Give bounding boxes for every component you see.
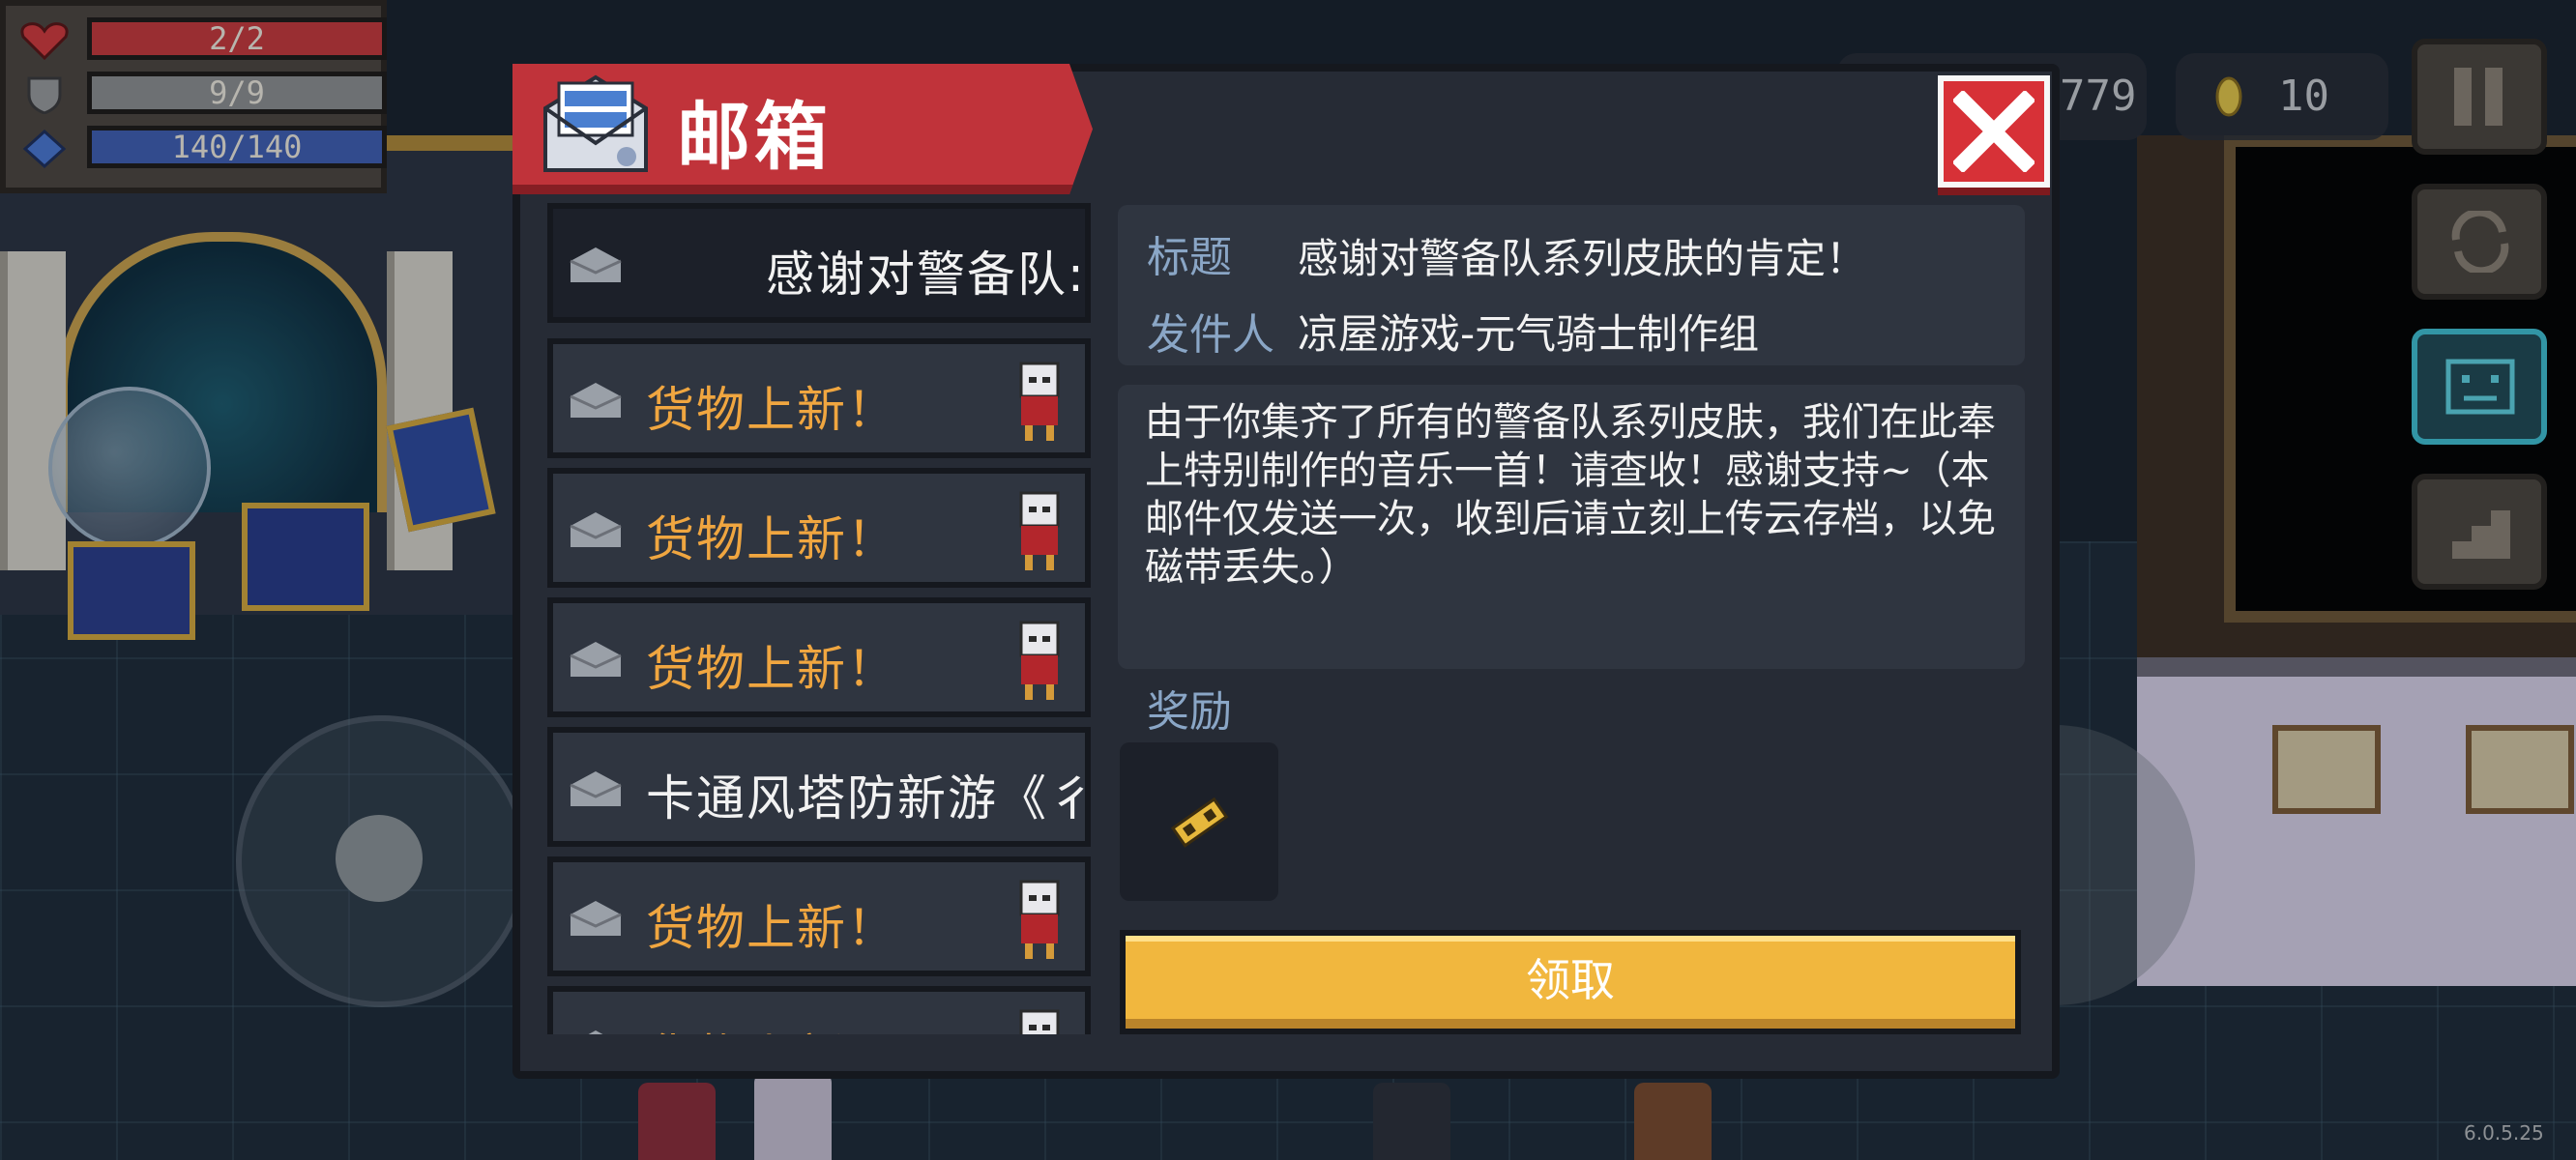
open-envelope-icon: [570, 247, 622, 282]
mail-icon: [543, 74, 648, 172]
merchant-icon: [1019, 362, 1060, 441]
merchant-icon: [1019, 880, 1060, 959]
mail-item[interactable]: 卡通风塔防新游《彳: [547, 727, 1095, 847]
mail-body-text: 由于你集齐了所有的警备队系列皮肤，我们在此奉上特别制作的音乐一首！请查收！感谢支…: [1145, 400, 1996, 590]
claim-button[interactable]: 领取: [1120, 930, 2021, 1034]
open-envelope-icon: [570, 771, 622, 806]
merchant-icon: [1019, 621, 1060, 700]
mail-item-title: 货物上新！: [646, 641, 897, 697]
subject-label: 标题: [1147, 233, 1232, 282]
open-envelope-icon: [570, 901, 622, 936]
merchant-icon: [1019, 491, 1060, 570]
close-icon: [1953, 91, 2034, 172]
open-envelope-icon: [570, 642, 622, 677]
mail-header: 标题 感谢对警备队系列皮肤的肯定！ 发件人 凉屋游戏-元气骑士制作组: [1118, 205, 2025, 365]
mail-item[interactable]: 货物上新！: [547, 468, 1091, 588]
mail-item[interactable]: 货物上新！: [547, 856, 1091, 976]
sender-label: 发件人: [1147, 310, 1274, 360]
open-envelope-icon: [588, 1030, 603, 1034]
mail-item-title: 货物上新！: [646, 900, 897, 956]
merchant-icon: [1019, 1009, 1060, 1034]
mail-item-title: 卡通风塔防新游《彳: [646, 770, 1095, 826]
mail-body: 由于你集齐了所有的警备队系列皮肤，我们在此奉上特别制作的音乐一首！请查收！感谢支…: [1118, 385, 2025, 669]
mail-item[interactable]: 感谢对警备队:: [547, 203, 1091, 323]
reward-label: 奖励: [1147, 687, 1232, 737]
close-button[interactable]: [1938, 75, 2050, 188]
mail-item-title: 货物上新！: [646, 511, 897, 567]
mail-list[interactable]: 感谢对警备队: 货物上新！ 货物上新！ 货物上新！ 卡通风塔防新游《彳 货物上新…: [547, 203, 1095, 1034]
cassette-icon: [1170, 797, 1229, 848]
mail-subject: 感谢对警备队系列皮肤的肯定！: [1298, 235, 1867, 282]
mailbox-title: 邮箱: [677, 94, 832, 180]
mail-item-title: 感谢对警备队:: [766, 246, 1086, 303]
mail-item[interactable]: 货物上新！: [547, 986, 1091, 1034]
mail-item-title: 货物上新！: [646, 382, 897, 438]
reward-slot: [1120, 742, 1278, 901]
mail-item[interactable]: 货物上新！: [547, 597, 1091, 717]
open-envelope-icon: [570, 383, 622, 418]
mail-item-title: 货物上新！: [646, 1019, 897, 1034]
mail-sender: 凉屋游戏-元气骑士制作组: [1298, 310, 1760, 358]
mail-item[interactable]: 货物上新！: [547, 338, 1091, 458]
open-envelope-icon: [570, 512, 622, 547]
claim-button-label: 领取: [1526, 954, 1615, 1006]
